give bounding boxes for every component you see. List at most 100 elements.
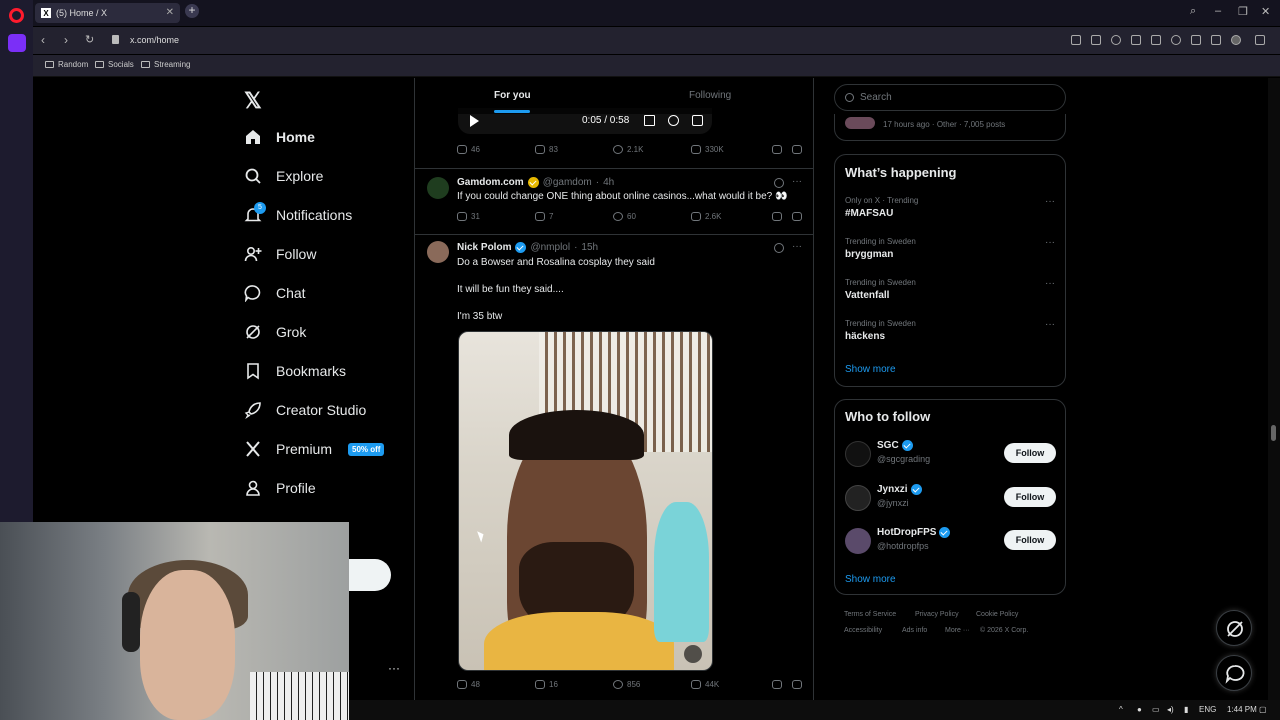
nav-chat[interactable]: Chat	[244, 281, 306, 305]
share-button[interactable]	[792, 145, 802, 154]
like-button[interactable]: 60	[613, 212, 636, 221]
bookmark-folder[interactable]: Streaming	[141, 60, 190, 69]
more-options-icon[interactable]: ···	[1045, 278, 1055, 289]
reload-icon[interactable]: ↻	[85, 33, 94, 46]
more-options-icon[interactable]: ···	[792, 176, 802, 187]
grok-image-icon[interactable]	[684, 645, 702, 663]
post-button[interactable]	[349, 559, 391, 591]
settings-icon[interactable]	[1111, 35, 1121, 45]
close-tab-icon[interactable]: ✕	[166, 7, 174, 18]
nav-bookmarks[interactable]: Bookmarks	[244, 359, 346, 383]
tab-for-you[interactable]: For you	[494, 90, 531, 101]
nav-profile[interactable]: Profile	[244, 476, 316, 500]
bookmark-folder[interactable]: Socials	[95, 60, 134, 69]
battery-icon[interactable]: ▮	[1184, 705, 1188, 714]
speed-dial-icon[interactable]	[8, 34, 26, 52]
camera-icon[interactable]	[1091, 35, 1101, 45]
more-options-icon[interactable]: ···	[792, 241, 802, 252]
new-tab-button[interactable]: +	[185, 4, 199, 18]
show-more-link[interactable]: Show more	[845, 574, 896, 585]
more-options-icon[interactable]: ···	[1045, 196, 1055, 207]
footer-link[interactable]: Privacy Policy	[915, 611, 959, 618]
trend-name[interactable]: Vattenfall	[845, 290, 889, 301]
avatar[interactable]	[427, 241, 449, 263]
author-name[interactable]: Gamdom.com	[457, 177, 524, 188]
post-time[interactable]: 4h	[603, 177, 614, 188]
play-icon[interactable]	[470, 115, 479, 127]
account-menu-icon[interactable]: ···	[388, 661, 400, 675]
more-options-icon[interactable]: ···	[1045, 319, 1055, 330]
messages-floating-button[interactable]	[1216, 655, 1252, 691]
like-button[interactable]: 2.1K	[613, 145, 643, 154]
follow-button[interactable]: Follow	[1004, 530, 1056, 550]
account-name[interactable]: SGC	[877, 440, 913, 451]
nav-explore[interactable]: Explore	[244, 164, 323, 188]
footer-link[interactable]: Ads info	[902, 627, 927, 634]
footer-link[interactable]: More ···	[945, 627, 970, 634]
avatar[interactable]	[845, 441, 871, 467]
trend-name[interactable]: häckens	[845, 331, 885, 342]
tab-following[interactable]: Following	[689, 90, 731, 101]
reply-button[interactable]: 46	[457, 145, 480, 154]
minimize-icon[interactable]: –	[1215, 5, 1221, 17]
follow-button[interactable]: Follow	[1004, 443, 1056, 463]
avatar[interactable]	[427, 177, 449, 199]
repost-button[interactable]: 16	[535, 680, 558, 689]
avatar[interactable]	[845, 485, 871, 511]
clock[interactable]: 1:44 PM	[1227, 705, 1257, 714]
fullscreen-icon[interactable]	[692, 115, 703, 126]
trend-name[interactable]: bryggman	[845, 249, 893, 260]
opera-logo-icon[interactable]	[9, 8, 24, 23]
bookmark-folder[interactable]: Random	[45, 60, 88, 69]
account-name[interactable]: HotDropFPS	[877, 527, 951, 538]
video-settings-icon[interactable]	[668, 115, 679, 126]
lock-icon[interactable]	[112, 35, 119, 44]
bookmark-post-button[interactable]	[772, 680, 782, 689]
nav-grok[interactable]: Grok	[244, 320, 306, 344]
repost-button[interactable]: 83	[535, 145, 558, 154]
bookmark-post-button[interactable]	[772, 212, 782, 221]
share-button[interactable]	[792, 680, 802, 689]
footer-link[interactable]: Accessibility	[844, 627, 882, 634]
author-handle[interactable]: @gamdom	[543, 177, 592, 188]
edit-icon[interactable]	[1071, 35, 1081, 45]
sidebar-toggle-icon[interactable]	[1255, 35, 1265, 45]
x-logo-icon[interactable]: 𝕏	[244, 88, 262, 114]
grok-icon[interactable]	[774, 243, 784, 253]
grok-icon[interactable]	[774, 178, 784, 188]
keyboard-language[interactable]: ENG	[1199, 705, 1216, 714]
repost-button[interactable]: 7	[535, 212, 553, 221]
nav-creator-studio[interactable]: Creator Studio	[244, 398, 366, 422]
views-button[interactable]: 2.6K	[691, 212, 721, 221]
post-time[interactable]: 15h	[581, 242, 598, 253]
send-icon[interactable]	[1151, 35, 1161, 45]
url-field[interactable]: x.com/home	[130, 35, 179, 45]
forward-icon[interactable]: ›	[64, 33, 68, 47]
tray-chevron-icon[interactable]: ^	[1119, 705, 1123, 714]
post-image[interactable]	[458, 331, 713, 671]
download-icon[interactable]	[1191, 35, 1201, 45]
more-options-icon[interactable]: ···	[1045, 237, 1055, 248]
heart-icon[interactable]	[1171, 35, 1181, 45]
notification-center-icon[interactable]: ▢	[1259, 705, 1267, 714]
search-tabs-icon[interactable]: ⌕	[1190, 5, 1196, 18]
nav-follow[interactable]: Follow	[244, 242, 316, 266]
share-button[interactable]	[792, 212, 802, 221]
views-button[interactable]: 330K	[691, 145, 724, 154]
mute-icon[interactable]	[644, 115, 655, 126]
extension-icon[interactable]	[1131, 35, 1141, 45]
footer-link[interactable]: Terms of Service	[844, 611, 896, 618]
browser-tab[interactable]: X (5) Home / X ✕	[35, 3, 180, 23]
follow-button[interactable]: Follow	[1004, 487, 1056, 507]
like-button[interactable]: 856	[613, 680, 640, 689]
reply-button[interactable]: 31	[457, 212, 480, 221]
network-icon[interactable]: ▭	[1152, 705, 1160, 714]
avatar[interactable]	[845, 528, 871, 554]
search-input[interactable]: Search	[834, 84, 1066, 111]
nav-notifications[interactable]: 5 Notifications	[244, 202, 352, 227]
volume-icon[interactable]: ◂)	[1167, 705, 1174, 714]
scrollbar[interactable]	[1268, 78, 1280, 700]
profile-icon[interactable]	[1231, 35, 1241, 45]
author-handle[interactable]: @nmplol	[530, 242, 570, 253]
bookmark-post-button[interactable]	[772, 145, 782, 154]
